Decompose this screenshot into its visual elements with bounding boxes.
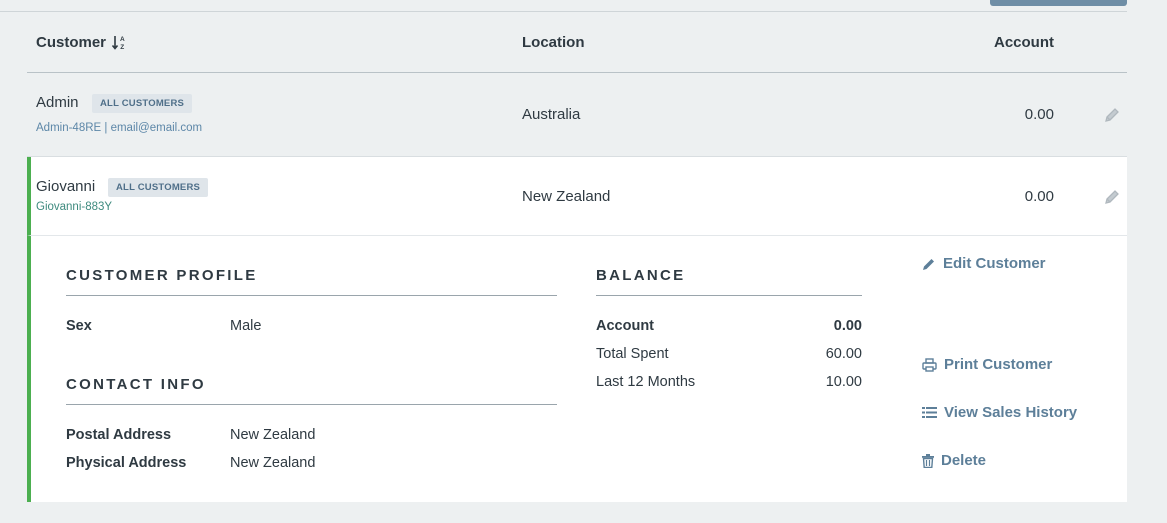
sort-alpha-icon[interactable]: A Z — [112, 35, 127, 51]
pencil-icon — [922, 257, 936, 271]
svg-text:Z: Z — [120, 44, 124, 51]
postal-address-label: Postal Address — [66, 427, 172, 443]
balance-title: BALANCE — [596, 267, 686, 284]
view-sales-history-label: View Sales History — [944, 404, 1078, 421]
customer-location: Australia — [522, 106, 581, 123]
account-label: Account — [596, 318, 654, 334]
svg-text:A: A — [120, 36, 125, 43]
section-divider — [66, 404, 557, 405]
sex-label: Sex — [66, 318, 92, 334]
physical-address-value: New Zealand — [230, 455, 316, 471]
customer-detail-panel: CUSTOMER PROFILE Sex Male CONTACT INFO P… — [27, 236, 1127, 502]
group-badge: ALL CUSTOMERS — [92, 94, 193, 113]
customer-name[interactable]: Admin — [36, 94, 79, 111]
contact-info-title: CONTACT INFO — [66, 376, 206, 393]
list-icon — [922, 406, 937, 419]
last-12-months-label: Last 12 Months — [596, 374, 696, 390]
customer-profile-title: CUSTOMER PROFILE — [66, 267, 258, 284]
trash-icon — [922, 453, 934, 468]
edit-customer-label: Edit Customer — [943, 255, 1046, 272]
delete-button[interactable]: Delete — [922, 452, 986, 469]
pencil-icon[interactable] — [1104, 107, 1120, 128]
sex-value: Male — [230, 318, 262, 334]
postal-address-value: New Zealand — [230, 427, 316, 443]
delete-label: Delete — [941, 452, 987, 469]
section-divider — [596, 295, 862, 296]
customer-account-balance: 0.00 — [1024, 188, 1054, 205]
table-row[interactable]: Admin ALL CUSTOMERS Admin-48RE | email@e… — [27, 73, 1127, 157]
column-header-customer-label: Customer — [36, 34, 107, 51]
print-icon — [922, 357, 937, 372]
section-divider — [66, 295, 557, 296]
customer-name[interactable]: Giovanni — [36, 178, 95, 195]
column-header-account[interactable]: Account — [994, 34, 1054, 51]
table-row-selected[interactable]: Giovanni ALL CUSTOMERS Giovanni-883Y New… — [27, 157, 1127, 236]
customer-code: Giovanni-883Y — [36, 201, 113, 213]
last-12-months-value: 10.00 — [825, 374, 862, 390]
customer-account-balance: 0.00 — [1024, 106, 1054, 123]
top-action-button[interactable] — [990, 0, 1127, 6]
physical-address-label: Physical Address — [66, 455, 187, 471]
edit-customer-button[interactable]: Edit Customer — [922, 255, 1046, 272]
total-spent-label: Total Spent — [596, 346, 669, 362]
total-spent-value: 60.00 — [825, 346, 862, 362]
column-header-location[interactable]: Location — [522, 34, 585, 51]
table-header: Customer A Z Location Account — [27, 12, 1127, 73]
column-header-customer[interactable]: Customer A Z — [36, 34, 127, 51]
pencil-icon[interactable] — [1104, 189, 1120, 210]
customer-code-email: Admin-48RE | email@email.com — [36, 122, 203, 134]
customer-location: New Zealand — [522, 188, 611, 205]
account-value: 0.00 — [833, 318, 862, 334]
group-badge: ALL CUSTOMERS — [108, 178, 209, 197]
print-customer-button[interactable]: Print Customer — [922, 356, 1052, 373]
print-customer-label: Print Customer — [944, 356, 1053, 373]
view-sales-history-button[interactable]: View Sales History — [922, 404, 1077, 421]
